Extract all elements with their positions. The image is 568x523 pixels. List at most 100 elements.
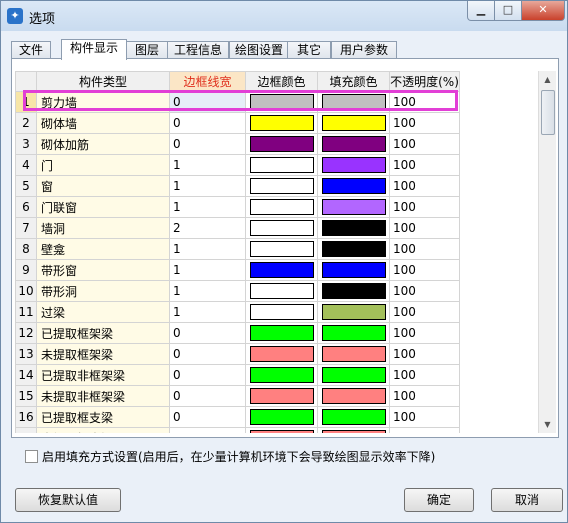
border-color-swatch[interactable] [249, 220, 314, 236]
restore-defaults-button[interactable]: 恢复默认值 [15, 488, 121, 512]
border-width-cell[interactable]: 0 [169, 385, 246, 407]
fill-color-swatch[interactable] [321, 241, 386, 257]
border-color-swatch[interactable] [249, 430, 314, 433]
border-width-cell[interactable]: 1 [169, 196, 246, 218]
border-color-swatch[interactable] [249, 94, 314, 110]
border-width-cell[interactable]: 1 [169, 175, 246, 197]
border-width-cell[interactable]: 1 [169, 238, 246, 260]
scroll-thumb[interactable] [541, 90, 555, 135]
fill-color-cell[interactable] [317, 259, 390, 281]
fill-color-swatch[interactable] [321, 430, 386, 433]
fill-color-cell[interactable] [317, 301, 390, 323]
table-row[interactable]: 14 已提取非框架梁 0 100 [15, 364, 460, 386]
fill-color-cell[interactable] [317, 406, 390, 428]
fill-color-cell[interactable] [317, 364, 390, 386]
opacity-cell[interactable]: 100 [389, 259, 460, 281]
border-color-cell[interactable] [245, 364, 318, 386]
component-type-cell[interactable]: 未提取框架梁 [36, 343, 170, 365]
border-color-cell[interactable] [245, 133, 318, 155]
border-width-cell[interactable]: 0 [169, 322, 246, 344]
table-row[interactable]: 9 带形窗 1 100 [15, 259, 460, 281]
table-row[interactable]: 12 已提取框架梁 0 100 [15, 322, 460, 344]
opacity-cell[interactable]: 100 [389, 427, 460, 433]
tab-file[interactable]: 文件 [11, 41, 51, 59]
fill-color-swatch[interactable] [321, 199, 386, 215]
border-width-cell[interactable]: 0 [169, 427, 246, 433]
close-button[interactable]: ✕ [521, 1, 565, 21]
border-color-cell[interactable] [245, 154, 318, 176]
border-color-cell[interactable] [245, 385, 318, 407]
scroll-down-arrow-icon[interactable]: ▼ [539, 416, 556, 433]
border-width-cell[interactable]: 0 [169, 112, 246, 134]
component-type-cell[interactable]: 剪力墙 [36, 91, 170, 113]
border-width-cell[interactable]: 1 [169, 259, 246, 281]
col-header-border-color[interactable]: 边框颜色 [245, 71, 318, 92]
border-width-cell[interactable]: 0 [169, 91, 246, 113]
fill-color-swatch[interactable] [321, 325, 386, 341]
border-color-swatch[interactable] [249, 199, 314, 215]
border-color-swatch[interactable] [249, 262, 314, 278]
tab-other[interactable]: 其它 [287, 41, 331, 59]
cancel-button[interactable]: 取消 [491, 488, 563, 512]
opacity-cell[interactable]: 100 [389, 406, 460, 428]
fill-mode-checkbox[interactable] [25, 450, 38, 463]
border-width-cell[interactable]: 0 [169, 364, 246, 386]
border-color-cell[interactable] [245, 196, 318, 218]
border-color-cell[interactable] [245, 238, 318, 260]
table-row[interactable]: 5 窗 1 100 [15, 175, 460, 197]
tab-project-info[interactable]: 工程信息 [167, 41, 229, 59]
border-color-swatch[interactable] [249, 388, 314, 404]
fill-color-cell[interactable] [317, 217, 390, 239]
tab-drawing-settings[interactable]: 绘图设置 [229, 41, 289, 59]
table-row[interactable]: 8 壁龛 1 100 [15, 238, 460, 260]
table-row[interactable]: 2 砌体墙 0 100 [15, 112, 460, 134]
fill-color-cell[interactable] [317, 427, 390, 433]
tab-user-params[interactable]: 用户参数 [331, 41, 397, 59]
border-color-swatch[interactable] [249, 346, 314, 362]
fill-color-swatch[interactable] [321, 346, 386, 362]
maximize-button[interactable]: □ [494, 1, 522, 21]
ok-button[interactable]: 确定 [404, 488, 474, 512]
table-row[interactable]: 4 门 1 100 [15, 154, 460, 176]
opacity-cell[interactable]: 100 [389, 112, 460, 134]
component-type-cell[interactable]: 已提取框支梁 [36, 406, 170, 428]
border-color-cell[interactable] [245, 343, 318, 365]
border-color-cell[interactable] [245, 301, 318, 323]
fill-color-cell[interactable] [317, 385, 390, 407]
fill-color-swatch[interactable] [321, 304, 386, 320]
component-type-cell[interactable]: 已提取框架梁 [36, 322, 170, 344]
component-type-cell[interactable]: 门联窗 [36, 196, 170, 218]
table-row[interactable]: 1 剪力墙 0 100 [15, 91, 460, 113]
opacity-cell[interactable]: 100 [389, 238, 460, 260]
border-color-cell[interactable] [245, 175, 318, 197]
fill-color-swatch[interactable] [321, 94, 386, 110]
border-color-cell[interactable] [245, 280, 318, 302]
opacity-cell[interactable]: 100 [389, 154, 460, 176]
fill-color-swatch[interactable] [321, 367, 386, 383]
border-width-cell[interactable]: 1 [169, 301, 246, 323]
tab-component-display[interactable]: 构件显示 [61, 39, 127, 60]
table-row[interactable]: 11 过梁 1 100 [15, 301, 460, 323]
table-row[interactable]: 10 带形洞 1 100 [15, 280, 460, 302]
tab-layers[interactable]: 图层 [125, 41, 169, 59]
fill-color-cell[interactable] [317, 112, 390, 134]
opacity-cell[interactable]: 100 [389, 196, 460, 218]
fill-color-cell[interactable] [317, 238, 390, 260]
border-color-swatch[interactable] [249, 409, 314, 425]
border-color-swatch[interactable] [249, 367, 314, 383]
fill-color-swatch[interactable] [321, 115, 386, 131]
border-width-cell[interactable]: 2 [169, 217, 246, 239]
minimize-button[interactable]: ▁ [467, 1, 495, 21]
border-width-cell[interactable]: 1 [169, 280, 246, 302]
fill-color-swatch[interactable] [321, 262, 386, 278]
fill-color-swatch[interactable] [321, 220, 386, 236]
opacity-cell[interactable]: 100 [389, 364, 460, 386]
fill-color-cell[interactable] [317, 91, 390, 113]
fill-color-cell[interactable] [317, 154, 390, 176]
opacity-cell[interactable]: 100 [389, 280, 460, 302]
col-header-fill-color[interactable]: 填充颜色 [317, 71, 390, 92]
scroll-up-arrow-icon[interactable]: ▲ [539, 71, 556, 88]
table-row[interactable]: 7 墙洞 2 100 [15, 217, 460, 239]
component-type-cell[interactable]: 已提取非框架梁 [36, 364, 170, 386]
opacity-cell[interactable]: 100 [389, 217, 460, 239]
